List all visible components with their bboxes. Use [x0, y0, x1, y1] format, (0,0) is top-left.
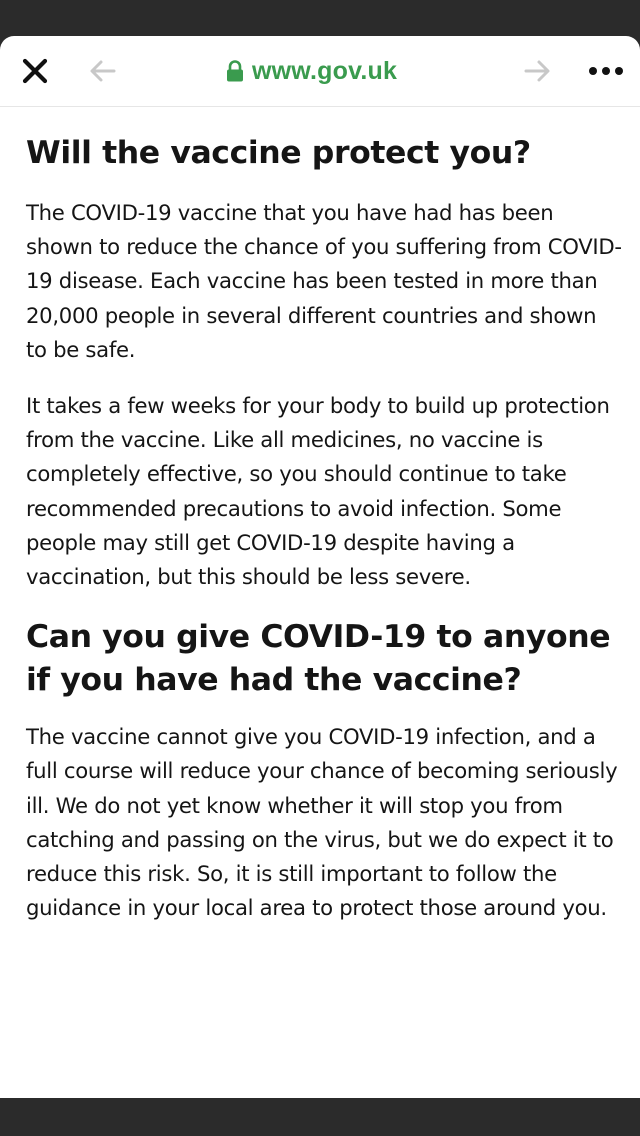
section-heading: Can you give COVID-19 to anyone if you h… [26, 619, 611, 699]
lock-icon [227, 60, 243, 82]
arrow-left-icon [90, 60, 116, 82]
paragraph: The vaccine cannot give you COVID-19 inf… [26, 724, 618, 921]
paragraph: The COVID-19 vaccine that you have had h… [26, 200, 622, 362]
paragraph: It takes a few weeks for your body to bu… [26, 393, 610, 590]
url-text: www.gov.uk [252, 56, 398, 85]
browser-toolbar: www.gov.uk [0, 36, 640, 107]
close-button[interactable] [20, 56, 50, 86]
more-horizontal-icon [589, 67, 623, 75]
back-button[interactable] [88, 58, 118, 84]
article-content: Will the vaccine protect you? The COVID-… [26, 132, 622, 947]
forward-button[interactable] [522, 58, 552, 84]
section-heading: Will the vaccine protect you? [26, 135, 531, 171]
screen-frame: www.gov.uk Will the vaccine protect you?… [0, 0, 640, 1136]
browser-sheet: www.gov.uk Will the vaccine protect you?… [0, 36, 640, 1098]
close-icon [22, 58, 48, 84]
address-bar[interactable]: www.gov.uk [226, 54, 397, 88]
arrow-right-icon [524, 60, 550, 82]
more-options-button[interactable] [586, 58, 626, 84]
